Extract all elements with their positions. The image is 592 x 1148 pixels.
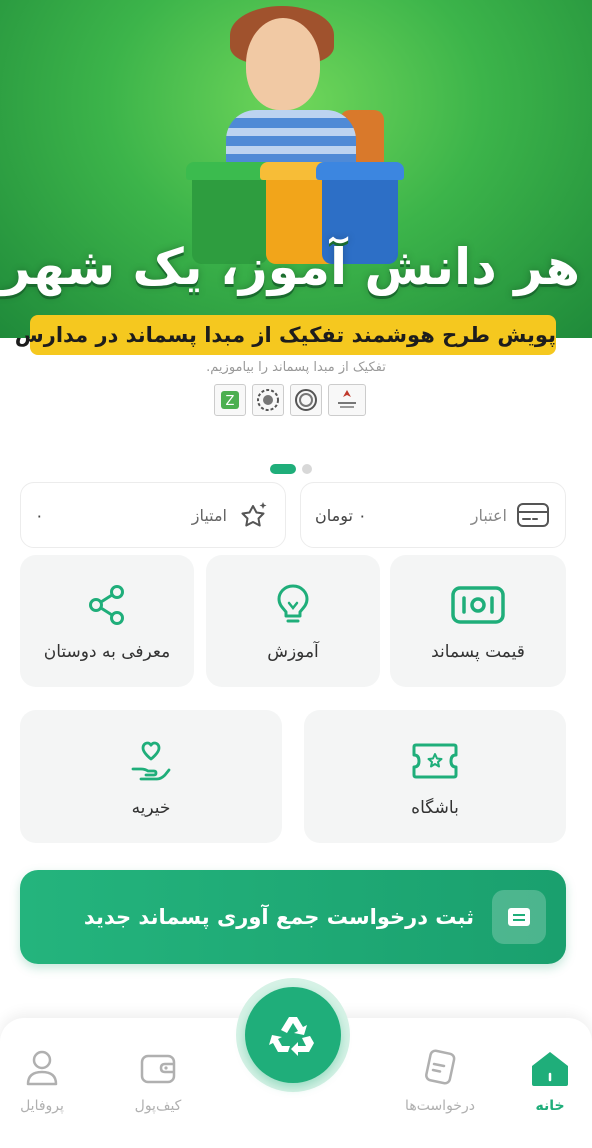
nav-profile[interactable]: پروفایل xyxy=(0,1044,92,1114)
points-value: ۰ xyxy=(35,505,44,525)
recycle-fab-inner xyxy=(245,987,341,1083)
carousel-dot-active[interactable] xyxy=(270,464,296,474)
nav-home[interactable]: خانه xyxy=(500,1044,592,1114)
nav-wallet[interactable]: کیف‌پول xyxy=(108,1044,208,1114)
credit-card[interactable]: اعتبار ۰ تومان xyxy=(300,482,566,548)
points-label: امتیاز xyxy=(191,505,227,525)
nav-profile-label: پروفایل xyxy=(20,1098,64,1114)
student-illustration-face xyxy=(246,18,320,110)
new-pickup-request-label: ثبت درخواست جمع آوری پسماند جدید xyxy=(83,905,474,929)
wallet-icon xyxy=(134,1044,182,1092)
education-label: آموزش xyxy=(267,642,319,662)
nav-requests-label: درخواست‌ها xyxy=(405,1098,475,1114)
home-icon xyxy=(526,1044,574,1092)
user-icon xyxy=(18,1044,66,1092)
banner-subtitle: تفکیک از مبدا پسماند را بیاموزیم. xyxy=(206,360,386,375)
nav-wallet-label: کیف‌پول xyxy=(134,1098,182,1114)
club-tile[interactable]: باشگاه xyxy=(304,710,566,843)
invite-friends-tile[interactable]: معرفی به دوستان xyxy=(20,555,194,687)
recycle-icon xyxy=(269,1017,314,1056)
education-tile[interactable]: آموزش xyxy=(206,555,380,687)
sparkle-star-icon xyxy=(235,497,271,533)
waste-price-tile[interactable]: قیمت پسماند xyxy=(390,555,566,687)
lightbulb-icon xyxy=(265,580,321,630)
share-icon xyxy=(79,580,135,630)
nav-requests[interactable]: درخواست‌ها xyxy=(390,1044,490,1114)
requests-notes-icon xyxy=(416,1044,464,1092)
banner-campaign-pill: پویش طرح هوشمند تفکیک از مبدا پسماند در … xyxy=(15,315,556,355)
city-emblem-icon xyxy=(290,384,322,416)
points-card[interactable]: امتیاز ۰ xyxy=(20,482,286,548)
banner-headline: هر دانش آموز، یک شهر یار xyxy=(0,238,580,296)
ministry-emblem-icon xyxy=(328,384,366,416)
carousel-indicator xyxy=(270,464,312,474)
heart-hand-icon xyxy=(123,736,179,786)
club-label: باشگاه xyxy=(411,797,459,818)
new-pickup-request-button[interactable]: ثبت درخواست جمع آوری پسماند جدید xyxy=(20,870,566,964)
municipality-emblem-icon xyxy=(252,384,284,416)
recycle-fab-button[interactable] xyxy=(236,978,350,1092)
credit-label: اعتبار xyxy=(470,505,507,525)
credit-value: ۰ تومان xyxy=(315,505,367,525)
waste-price-label: قیمت پسماند xyxy=(431,642,525,662)
recycle-logo-icon: Z xyxy=(214,384,246,416)
ticket-star-icon xyxy=(407,736,463,786)
nav-home-label: خانه xyxy=(535,1098,565,1114)
document-icon xyxy=(492,890,546,944)
price-list-icon xyxy=(450,580,506,630)
charity-label: خیریه xyxy=(131,797,171,818)
hero-banner[interactable]: هر دانش آموز، یک شهر یار پویش طرح هوشمند… xyxy=(0,0,592,450)
carousel-dot[interactable] xyxy=(302,464,312,474)
charity-tile[interactable]: خیریه xyxy=(20,710,282,843)
sponsor-logos: Z xyxy=(214,384,366,416)
svg-text:Z: Z xyxy=(226,394,235,409)
credit-card-icon xyxy=(515,497,551,533)
invite-friends-label: معرفی به دوستان xyxy=(43,642,171,662)
